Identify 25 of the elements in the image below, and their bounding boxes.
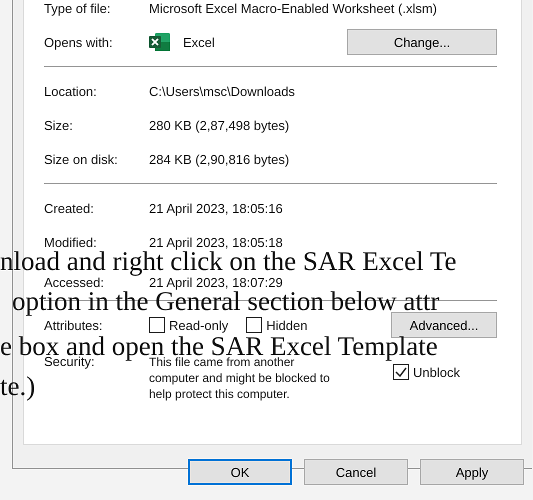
dialog-button[interactable]: OK [188, 459, 292, 485]
field-label: Type of file: [44, 0, 112, 16]
dialog-button[interactable]: Cancel [304, 459, 408, 485]
unblock-checkbox[interactable]: Unblock [393, 364, 460, 380]
field-label: Location: [44, 84, 98, 98]
attribute-checkbox[interactable]: Hidden [246, 317, 308, 333]
dialog-button[interactable]: Apply [420, 459, 524, 485]
field-label: Opens with: [44, 34, 114, 50]
field-value: 280 KB (2,87,498 bytes) [149, 118, 290, 132]
field-label: Size on disk: [44, 152, 119, 166]
field-value: Microsoft Excel Macro-Enabled Worksheet (.xlsm) [149, 0, 438, 16]
attribute-checkbox[interactable]: Read-only [149, 317, 228, 333]
field-label: Attributes: [44, 318, 104, 332]
spreadsheet-app-icon [149, 32, 171, 52]
field-value: 21 April 2023, 18:05:16 [149, 200, 283, 216]
field-label: Modified: [44, 234, 98, 250]
field-value: C:\Users\msc\Downloads [149, 84, 295, 98]
checkmark-icon [394, 365, 408, 379]
app-name: Excel [183, 34, 215, 50]
overlay-text-line: te.) [0, 371, 36, 401]
field-label: Accessed: [44, 274, 105, 290]
field-label: Size: [44, 118, 74, 132]
field-value: 284 KB (2,90,816 bytes) [149, 152, 290, 166]
change-button[interactable]: Change... [347, 29, 497, 55]
field-label: Created: [44, 200, 95, 216]
